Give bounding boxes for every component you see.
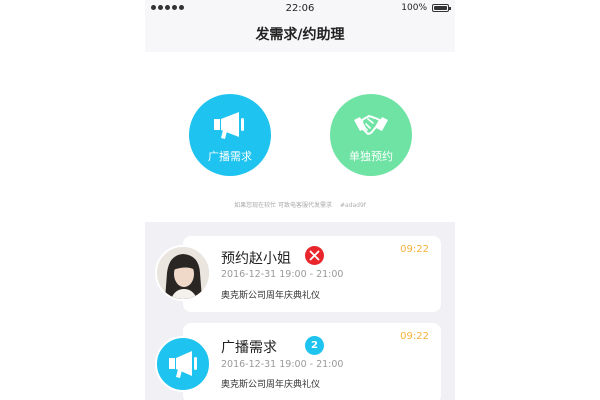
megaphone-icon xyxy=(214,112,244,139)
item-time: 09:22 xyxy=(400,244,429,255)
battery-icon xyxy=(432,4,451,12)
call-service-hint[interactable]: 如果您现在较忙 可致电客服代发需求 xyxy=(234,202,332,209)
broadcast-avatar xyxy=(155,336,211,392)
list-item[interactable]: 广播需求 2 09:22 2016-12-31 19:00 - 21:00 奥克… xyxy=(183,323,441,400)
item-date-range: 2016-12-31 19:00 - 21:00 xyxy=(221,269,344,280)
solo-appointment-label: 单独预约 xyxy=(349,150,393,163)
list-item[interactable]: 预约赵小姐 09:22 2016-12-31 19:00 - 21:00 奥克斯… xyxy=(183,236,441,312)
close-icon xyxy=(309,250,320,261)
response-count-badge: 2 xyxy=(305,336,324,355)
solo-appointment-button[interactable]: 单独预约 xyxy=(330,94,412,176)
item-event: 奥克斯公司周年庆典礼仪 xyxy=(221,291,321,301)
status-bar: 22:06 100% xyxy=(145,0,455,18)
page-title: 发需求/约助理 xyxy=(255,27,345,43)
battery-percent: 100% xyxy=(401,3,427,13)
item-event: 奥克斯公司周年庆典礼仪 xyxy=(221,380,321,390)
cancel-badge[interactable] xyxy=(305,246,324,265)
broadcast-demand-button[interactable]: 广播需求 xyxy=(189,94,271,176)
megaphone-icon xyxy=(169,351,197,378)
avatar xyxy=(155,245,211,301)
color-code-note: #adad9f xyxy=(339,202,366,209)
nav-bar: 发需求/约助理 xyxy=(145,18,455,52)
phone-screen: 22:06 100% 发需求/约助理 广播需求 单独预约 如果您现在较忙 可致电… xyxy=(145,0,455,400)
item-title: 预约赵小姐 xyxy=(221,251,291,267)
broadcast-demand-label: 广播需求 xyxy=(208,150,252,163)
item-time: 09:22 xyxy=(400,331,429,342)
hint-row: 如果您现在较忙 可致电客服代发需求 #adad9f xyxy=(145,200,455,209)
item-date-range: 2016-12-31 19:00 - 21:00 xyxy=(221,359,344,370)
handshake-icon xyxy=(354,115,388,135)
item-title: 广播需求 xyxy=(221,340,277,356)
portrait-photo xyxy=(157,247,209,299)
